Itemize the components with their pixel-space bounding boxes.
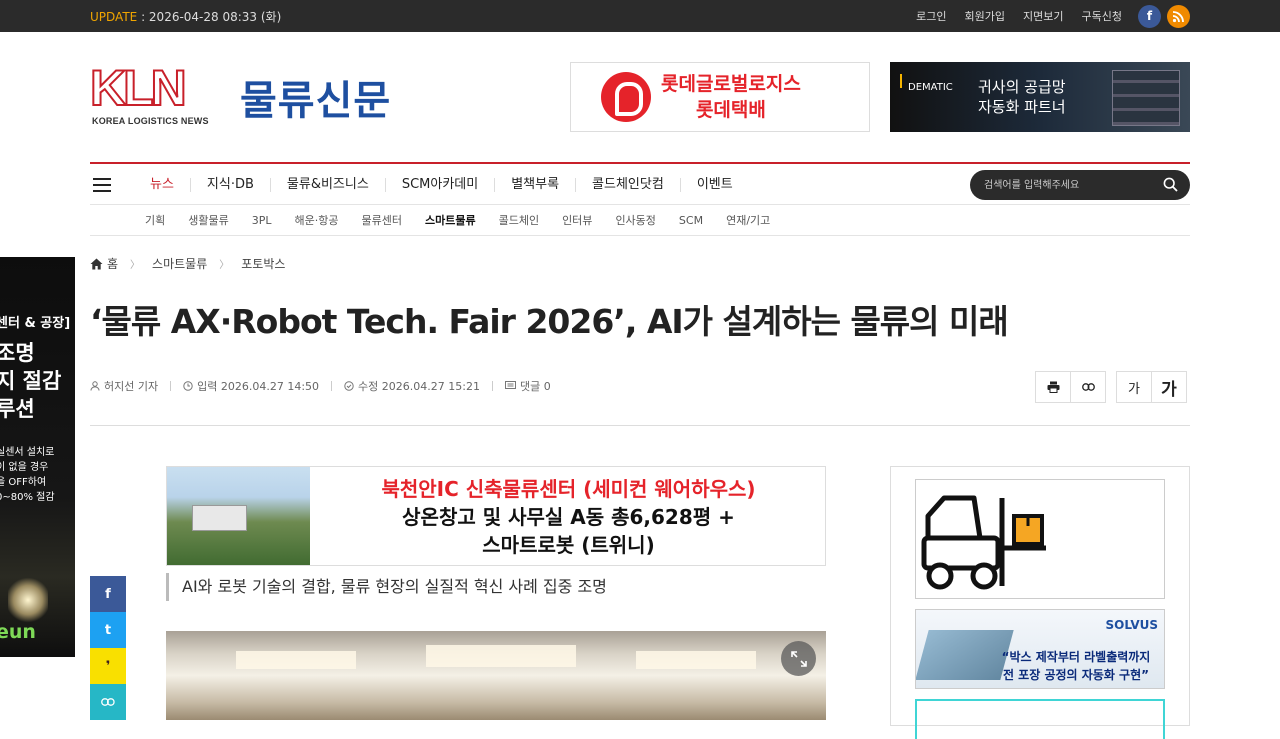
logo-name: 물류신문 [240, 78, 392, 124]
search-icon[interactable] [1163, 177, 1178, 192]
nav-item-scm-academy[interactable]: SCM아카데미 [384, 177, 494, 192]
forklift-icon [921, 495, 1046, 590]
article-lead: AI와 로봇 기술의 결합, 물류 현장의 실질적 혁신 사례 집중 조명 [166, 573, 607, 601]
subnav-item-feature[interactable]: 기획 [145, 212, 165, 228]
subnav-item-column[interactable]: 연재/기고 [726, 212, 770, 228]
dematic-ad-banner[interactable]: DEMATIC 귀사의 공급망 자동화 파트너 [890, 62, 1190, 132]
top-links: 로그인 회원가입 지면보기 구독신청 f [916, 0, 1190, 32]
login-link[interactable]: 로그인 [916, 8, 946, 24]
logo-subtitle: KOREA LOGISTICS NEWS [92, 116, 209, 126]
article-photo [166, 631, 826, 720]
dematic-brand: DEMATIC [908, 82, 953, 93]
breadcrumb-category[interactable]: 포토박스 [241, 255, 285, 272]
comment-count[interactable]: 댓글 0 [520, 378, 551, 394]
nav-item-event[interactable]: 이벤트 [679, 177, 749, 192]
share-twitter-button[interactable]: t [90, 612, 126, 648]
breadcrumb-home[interactable]: 홈 [107, 255, 118, 272]
home-icon[interactable] [90, 258, 103, 270]
sub-nav: 기획 생활물류 3PL 해운·항공 물류센터 스마트물류 콜드체인 인터뷰 인사… [90, 205, 1190, 236]
user-icon [90, 381, 100, 391]
lotte-ad-banner[interactable]: 롯데글로벌로지스 롯데택배 [570, 62, 870, 132]
divider [90, 425, 1190, 426]
share-link-button[interactable] [90, 684, 126, 720]
subnav-item-logistics-center[interactable]: 물류센터 [361, 212, 401, 228]
warehouse-ad-banner[interactable]: 북천안IC 신축물류센터 (세미컨 웨어하우스) 상온창고 및 사무실 A동 총… [166, 466, 826, 566]
subnav-item-shipping-air[interactable]: 해운·항공 [295, 212, 339, 228]
article-tools: 가 가 [1035, 371, 1187, 403]
font-increase-button[interactable]: 가 [1151, 371, 1187, 403]
warehouse-rack-image [1112, 70, 1180, 126]
link-icon [101, 698, 115, 706]
solvus-ad[interactable]: SOLVUS “박스 제작부터 라벨출력까지 전 포장 공정의 자동화 구현” [915, 609, 1165, 689]
epaper-link[interactable]: 지면보기 [1023, 8, 1063, 24]
subscribe-link[interactable]: 구독신청 [1082, 8, 1122, 24]
subnav-item-coldchain[interactable]: 콜드체인 [499, 212, 539, 228]
share-facebook-button[interactable]: f [90, 576, 126, 612]
subnav-item-smart-logistics[interactable]: 스마트물류 [425, 212, 476, 228]
facebook-icon[interactable]: f [1138, 4, 1161, 28]
print-button[interactable] [1035, 371, 1071, 403]
copy-link-button[interactable] [1070, 371, 1106, 403]
nav-item-news[interactable]: 뉴스 [135, 177, 190, 192]
sidebar-ads: SOLVUS “박스 제작부터 라벨출력까지 전 포장 공정의 자동화 구현” [890, 466, 1190, 739]
link-icon [1081, 383, 1095, 391]
share-kakao-button[interactable]: ❜ [90, 648, 126, 684]
published-date: 입력 2026.04.27 14:50 [197, 380, 320, 393]
chevron-right-icon: 〉 [219, 260, 230, 271]
comment-icon [504, 381, 516, 389]
rss-icon[interactable] [1167, 4, 1190, 28]
subnav-item-3pl[interactable]: 3PL [252, 214, 272, 227]
subnav-item-living-logistics[interactable]: 생활물류 [188, 212, 228, 228]
article-title: ‘물류 AX·Robot Tech. Fair 2026’, AI가 설계하는 … [90, 302, 1009, 341]
nav-item-knowledge-db[interactable]: 지식·DB [189, 177, 270, 192]
modified-date: 수정 2026.04.27 15:21 [358, 380, 480, 393]
article-meta: 허지선 기자 입력 2026.04.27 14:50 수정 2026.04.27… [90, 378, 551, 394]
lamp-image [8, 575, 48, 625]
expand-photo-button[interactable] [781, 641, 816, 676]
warehouse-aerial-image [167, 467, 310, 565]
breadcrumb-section[interactable]: 스마트물류 [152, 255, 207, 272]
top-bar: UPDATE : 2026-04-28 08:33 (화) 로그인 회원가입 지… [0, 0, 1280, 32]
nav-item-supplement[interactable]: 별책부록 [494, 177, 575, 192]
menu-hamburger-icon[interactable] [93, 178, 111, 192]
signup-link[interactable]: 회원가입 [965, 8, 1005, 24]
update-time: UPDATE : 2026-04-28 08:33 (화) [90, 10, 282, 24]
subnav-item-scm[interactable]: SCM [679, 214, 703, 227]
left-side-ad[interactable]: 센터 & 공장] 조명 지 절감 루션 실센서 설치로 이 없을 경우 을 OF… [0, 257, 75, 657]
solvus-brand: SOLVUS [1105, 618, 1158, 632]
breadcrumb: 홈 〉 스마트물류 〉 포토박스 [90, 255, 285, 272]
subnav-item-interview[interactable]: 인터뷰 [562, 212, 592, 228]
nav-menu: 뉴스 지식·DB 물류&비즈니스 SCM아카데미 별책부록 콜드체인닷컴 이벤트 [135, 164, 749, 205]
forklift-ad[interactable] [915, 479, 1165, 599]
logo-mark: KLN [89, 60, 188, 116]
nav-item-logistics-business[interactable]: 물류&비즈니스 [269, 177, 385, 192]
nav-item-coldchain[interactable]: 콜드체인닷컴 [575, 177, 680, 192]
subnav-item-personnel[interactable]: 인사동정 [615, 212, 655, 228]
search-input[interactable] [984, 176, 1154, 194]
font-decrease-button[interactable]: 가 [1116, 371, 1152, 403]
check-circle-icon [344, 381, 354, 391]
main-nav: 뉴스 지식·DB 물류&비즈니스 SCM아카데미 별책부록 콜드체인닷컴 이벤트 [90, 162, 1190, 205]
expand-icon [790, 650, 807, 667]
site-logo[interactable]: KLN KOREA LOGISTICS NEWS 물류신문 [89, 60, 470, 130]
clock-icon [183, 381, 193, 391]
print-icon [1047, 381, 1059, 393]
search-box [970, 170, 1190, 200]
chevron-right-icon: 〉 [130, 260, 141, 271]
sidebar-ad-3[interactable] [915, 699, 1165, 739]
author[interactable]: 허지선 기자 [104, 378, 158, 394]
lotte-logo-icon [601, 72, 651, 122]
